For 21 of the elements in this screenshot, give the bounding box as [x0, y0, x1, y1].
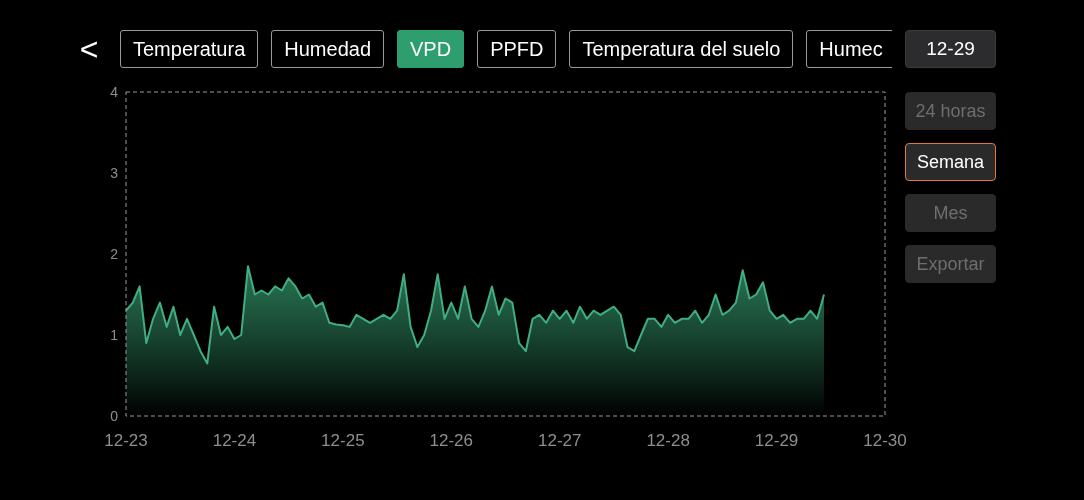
tab[interactable]: Temperatura — [120, 30, 259, 68]
y-tick-label: 2 — [110, 246, 118, 262]
x-tick-label: 12-24 — [212, 431, 257, 450]
tab[interactable]: Temperatura del suelo — [569, 30, 794, 68]
x-tick-label: 12-25 — [321, 431, 365, 450]
x-tick-label: 12-30 — [863, 431, 907, 450]
range-button[interactable]: Semana — [905, 143, 996, 181]
y-tick-label: 0 — [110, 408, 118, 424]
x-tick-label: 12-29 — [754, 431, 799, 450]
x-tick-label: 12-26 — [429, 431, 474, 450]
y-tick-label: 4 — [110, 84, 118, 100]
tab[interactable]: Humedad — [271, 30, 384, 68]
y-tick-label: 1 — [110, 327, 118, 343]
back-button[interactable]: < — [78, 30, 100, 68]
y-tick-label: 3 — [110, 165, 118, 181]
x-tick-label: 12-27 — [537, 431, 582, 450]
date-button[interactable]: 12-29 — [905, 30, 996, 68]
tab[interactable]: Humec — [806, 30, 892, 68]
tab[interactable]: PPFD — [477, 30, 557, 68]
x-tick-label: 12-28 — [646, 431, 690, 450]
x-tick-label: 12-23 — [104, 431, 148, 450]
